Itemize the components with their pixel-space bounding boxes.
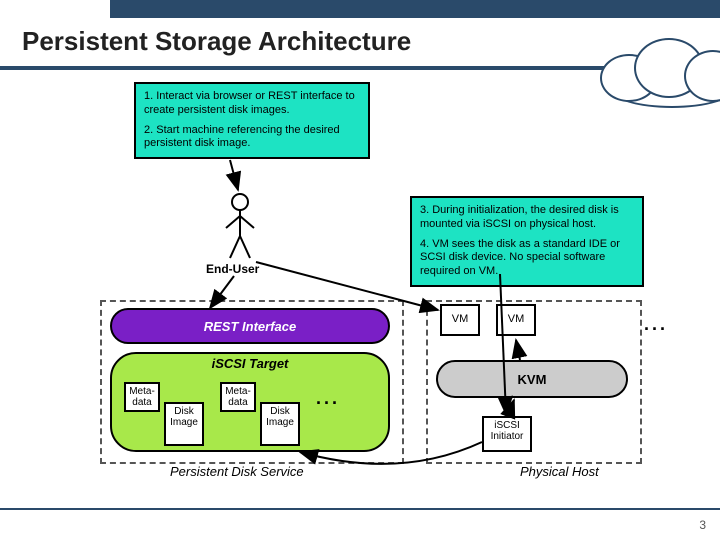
page-title: Persistent Storage Architecture	[22, 26, 411, 57]
footer: 3	[0, 510, 720, 540]
architecture-diagram: 1. Interact via browser or REST interfac…	[100, 82, 660, 490]
slide: Persistent Storage Architecture 1. Inter…	[0, 0, 720, 540]
arrows-layer	[100, 82, 660, 490]
title-underline	[0, 66, 720, 70]
page-number: 3	[699, 518, 706, 532]
top-accent-bar	[0, 0, 720, 18]
